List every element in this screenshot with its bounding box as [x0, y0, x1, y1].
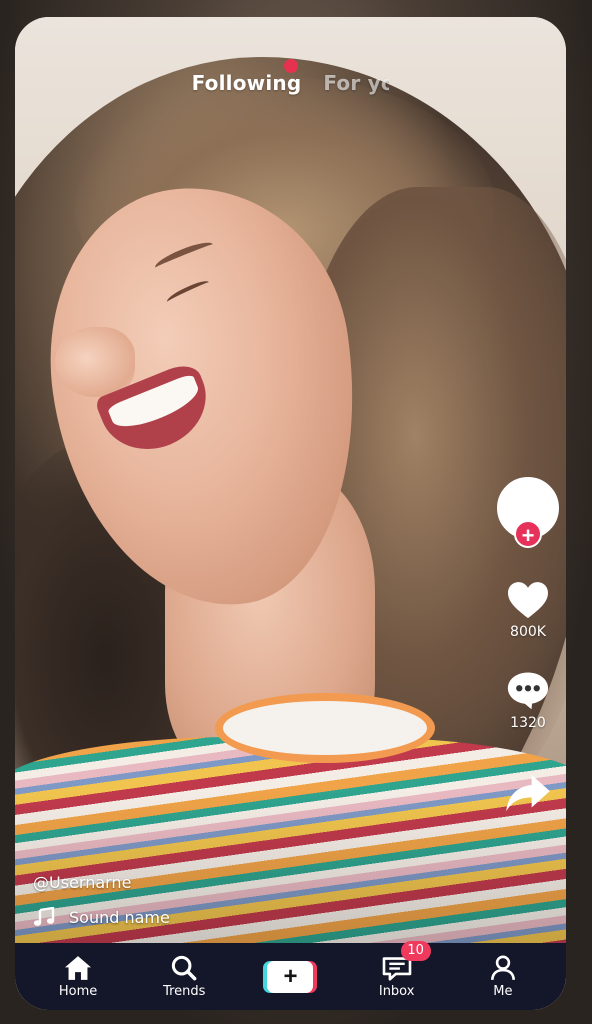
- share-icon: [506, 774, 550, 812]
- username-link[interactable]: @Usernarne: [33, 873, 170, 892]
- sound-row[interactable]: Sound name: [33, 907, 170, 927]
- create-button[interactable]: +: [263, 960, 318, 993]
- nav-home[interactable]: Home: [33, 955, 123, 999]
- phone-screen: Following For you + 800K 1320: [15, 17, 566, 1010]
- nav-home-label: Home: [58, 983, 98, 999]
- comment-icon: [507, 672, 549, 710]
- video-caption: @Usernarne Sound name: [33, 873, 170, 927]
- video-frame[interactable]: [15, 17, 566, 1010]
- likes-count: 800K: [510, 624, 546, 640]
- nav-create[interactable]: +: [245, 960, 335, 993]
- comment-button[interactable]: 1320: [493, 669, 563, 731]
- feed-tabs: Following For you: [15, 71, 566, 103]
- share-button[interactable]: [493, 773, 563, 813]
- nav-inbox[interactable]: 10 Inbox: [352, 940, 442, 999]
- nav-me[interactable]: Me: [458, 954, 548, 999]
- nav-trends-label: Trends: [163, 983, 206, 999]
- nav-me-label: Me: [493, 983, 513, 999]
- tab-following[interactable]: Following: [192, 71, 302, 103]
- tab-for-you[interactable]: For you: [323, 71, 389, 103]
- sound-name: Sound name: [69, 907, 170, 927]
- like-button[interactable]: 800K: [493, 580, 563, 640]
- follow-button[interactable]: +: [514, 520, 542, 548]
- profile-icon: [490, 954, 515, 980]
- nav-inbox-label: Inbox: [378, 983, 415, 999]
- search-icon: [172, 955, 197, 980]
- inbox-badge: 10: [400, 940, 431, 961]
- comments-count: 1320: [510, 715, 546, 731]
- plus-icon: +: [267, 960, 314, 993]
- nav-trends[interactable]: Trends: [139, 955, 229, 999]
- home-icon: [65, 955, 92, 980]
- heart-icon: [508, 582, 548, 619]
- bottom-nav: Home Trends + 10 Inbox Me: [15, 940, 566, 1010]
- music-note-icon: [33, 907, 55, 926]
